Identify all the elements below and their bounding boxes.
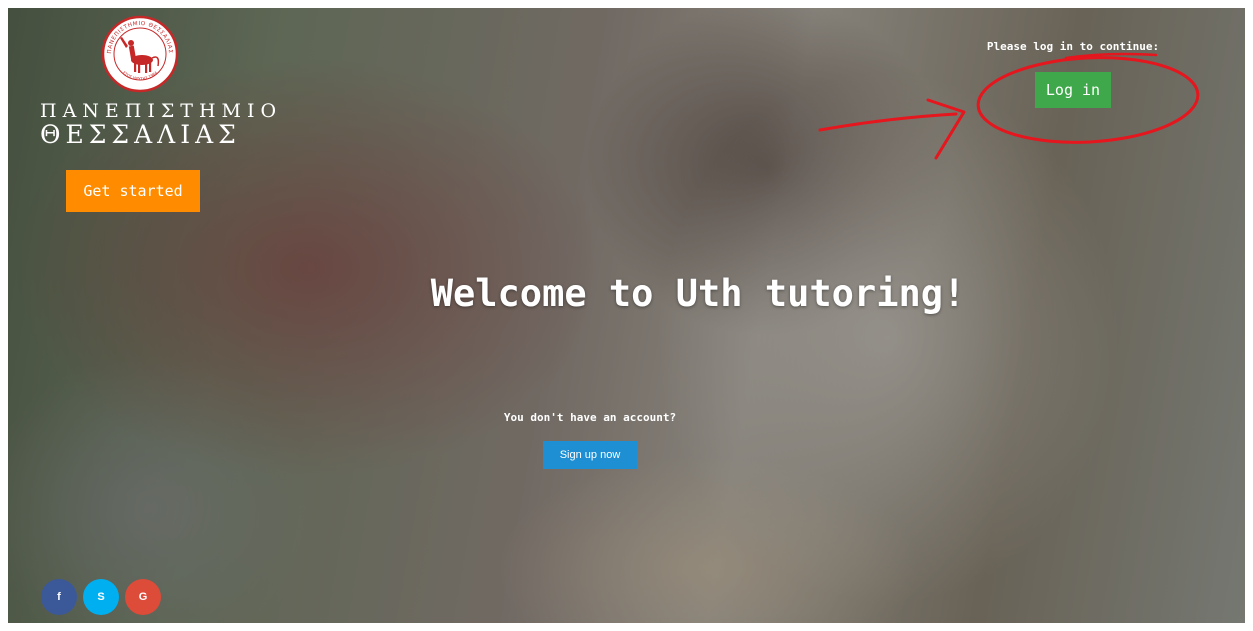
welcome-heading: Welcome to Uth tutoring! <box>430 272 966 315</box>
facebook-icon[interactable]: f <box>41 579 77 615</box>
university-seal-icon: ΠΑΝΕΠΙΣΤΗΜΙΟ ΘΕΣΣΑΛΙΑΣ ΕΤΟΣ ΙΔΡΥΣΗΣ 1984 <box>101 15 179 93</box>
google-icon[interactable]: G <box>125 579 161 615</box>
no-account-text: You don't have an account? <box>503 411 677 424</box>
login-prompt: Please log in to continue: <box>986 40 1160 53</box>
skype-icon[interactable]: S <box>83 579 119 615</box>
get-started-button[interactable]: Get started <box>66 170 200 212</box>
social-links: f S G <box>41 579 161 615</box>
university-logo: ΠΑΝΕΠΙΣΤΗΜΙΟ ΘΕΣΣΑΛΙΑΣ ΕΤΟΣ ΙΔΡΥΣΗΣ 1984… <box>40 14 283 149</box>
signup-button[interactable]: Sign up now <box>543 441 637 469</box>
university-name-line1: ΠΑΝΕΠΙΣΤΗΜΙΟ <box>40 100 283 122</box>
hero-background: ΠΑΝΕΠΙΣΤΗΜΙΟ ΘΕΣΣΑΛΙΑΣ ΕΤΟΣ ΙΔΡΥΣΗΣ 1984… <box>8 8 1245 623</box>
login-button[interactable]: Log in <box>1035 72 1111 108</box>
university-name-line2: ΘΕΣΣΑΛΙΑΣ <box>40 120 241 149</box>
